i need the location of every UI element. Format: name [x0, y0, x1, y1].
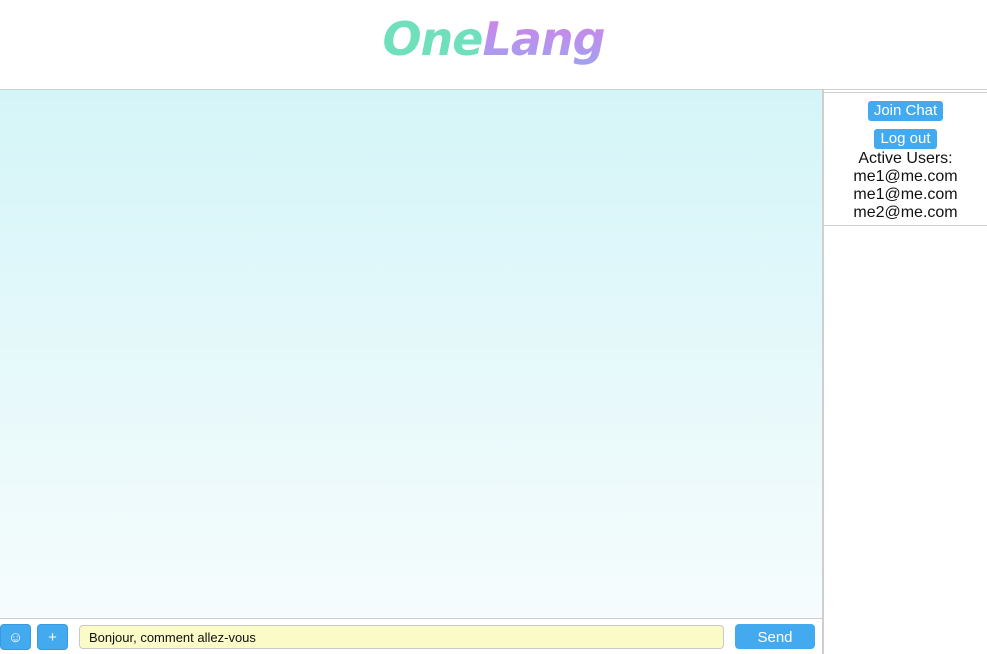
chat-messages-area[interactable] — [0, 90, 824, 619]
sidebar: Join Chat Log out Active Users: me1@me.c… — [824, 90, 987, 654]
plus-icon: + — [48, 629, 57, 646]
header: OneLang — [0, 0, 987, 90]
active-user-item: me1@me.com — [853, 168, 958, 185]
sidebar-box: Join Chat Log out Active Users: me1@me.c… — [824, 92, 987, 226]
active-user-item: me1@me.com — [853, 186, 958, 203]
join-chat-button[interactable]: Join Chat — [867, 101, 944, 121]
logo-text-lang: Lang — [482, 12, 606, 66]
emoji-button[interactable]: ☺ — [0, 624, 31, 650]
logo-text-one: One — [382, 12, 483, 66]
attach-button[interactable]: + — [37, 624, 68, 650]
send-button[interactable]: Send — [735, 624, 815, 649]
smiley-icon: ☺ — [7, 629, 24, 646]
message-composer: ☺ + Send — [0, 619, 824, 654]
app-logo: OneLang — [0, 8, 987, 70]
logout-button[interactable]: Log out — [874, 129, 937, 149]
active-users-heading: Active Users: — [858, 150, 953, 167]
message-input[interactable] — [79, 625, 724, 649]
active-user-item: me2@me.com — [853, 204, 958, 221]
